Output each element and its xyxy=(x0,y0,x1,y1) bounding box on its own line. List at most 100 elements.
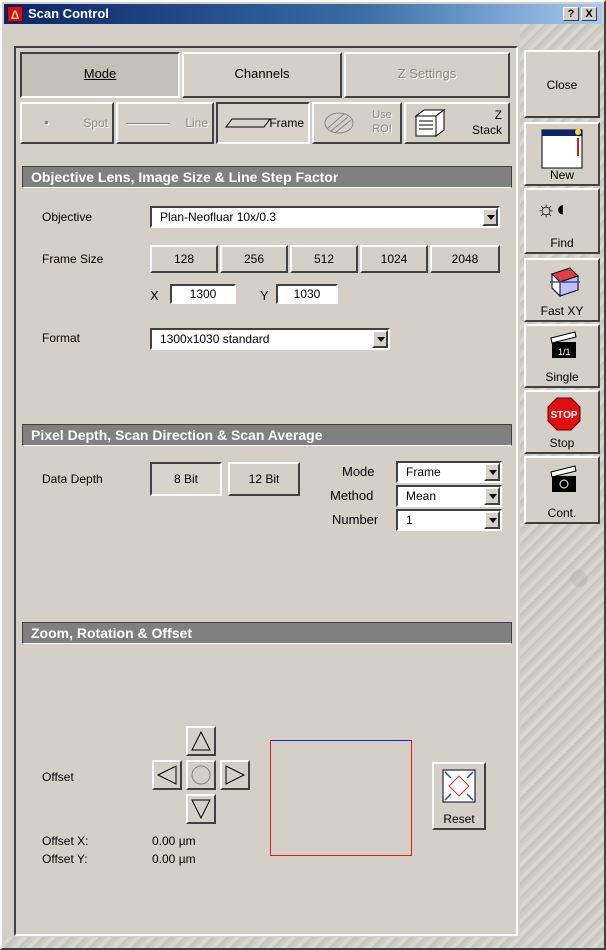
z-stack-label: Z Stack xyxy=(472,108,503,137)
offset-preview-area[interactable] xyxy=(270,740,412,856)
clapperboard-single-icon: 1/1 xyxy=(550,331,577,358)
number-label: Number xyxy=(332,512,379,527)
objective-label: Objective xyxy=(42,210,93,224)
scan-mode-value: Frame xyxy=(406,465,441,479)
frame-size-label: Frame Size xyxy=(42,252,104,266)
12-bit-button[interactable]: 12 Bit xyxy=(228,462,300,496)
pan-left-button[interactable] xyxy=(152,760,182,790)
pan-up-button[interactable] xyxy=(186,726,216,756)
z-stack-button[interactable]: Z Stack xyxy=(404,102,510,144)
reset-icon xyxy=(442,769,476,803)
fast-xy-cube-icon xyxy=(550,267,580,298)
spot-mode-label: Spot xyxy=(83,116,108,130)
find-button[interactable]: ☼◐ Find xyxy=(524,188,600,254)
stop-label: Stop xyxy=(549,436,575,450)
offset-y-value: 0.00 µm xyxy=(152,852,196,866)
objective-dropdown[interactable]: Plan-Neofluar 10x/0.3 xyxy=(150,206,500,228)
offset-x-value: 0.00 µm xyxy=(152,834,196,848)
objective-value: Plan-Neofluar 10x/0.3 xyxy=(160,210,277,224)
find-brightness-icon: ☼◐ xyxy=(536,196,570,221)
pan-right-button[interactable] xyxy=(220,760,250,790)
chevron-down-icon[interactable] xyxy=(484,487,500,505)
spot-icon: • xyxy=(44,114,49,130)
pan-down-button[interactable] xyxy=(186,794,216,824)
z-stack-icon xyxy=(414,109,446,137)
format-dropdown[interactable]: 1300x1030 standard xyxy=(150,328,390,350)
app-logo-icon: Δ xyxy=(7,6,23,22)
format-label: Format xyxy=(42,331,81,345)
x-size-input[interactable]: 1300 xyxy=(170,284,236,304)
new-window-icon xyxy=(541,129,583,169)
stop-sign-icon: STOP xyxy=(547,397,581,431)
frame-icon xyxy=(225,118,271,128)
offset-x-label: Offset X: xyxy=(42,834,89,848)
method-dropdown[interactable]: Mean xyxy=(396,485,502,507)
chevron-down-icon[interactable] xyxy=(372,330,388,348)
clapperboard-continuous-icon xyxy=(550,465,577,492)
single-button[interactable]: 1/1 Single xyxy=(524,324,600,388)
scan-mode-label: Mode xyxy=(342,464,375,479)
title-bar: Δ Scan Control ? X xyxy=(4,4,602,24)
objective-section-header: Objective Lens, Image Size & Line Step F… xyxy=(22,166,512,188)
arrow-down-icon xyxy=(191,799,211,820)
data-depth-label: Data Depth xyxy=(42,472,103,486)
zoom-section-header: Zoom, Rotation & Offset xyxy=(22,622,512,644)
method-label: Method xyxy=(330,488,374,503)
background-texture-bottom xyxy=(4,937,520,948)
arrow-right-icon xyxy=(225,765,246,785)
frame-mode-button[interactable]: Frame xyxy=(216,102,310,144)
help-title-button[interactable]: ? xyxy=(563,7,579,21)
fast-xy-button[interactable]: Fast XY xyxy=(524,258,600,322)
chevron-down-icon[interactable] xyxy=(484,463,500,481)
new-label: New xyxy=(549,168,574,182)
arrow-up-icon xyxy=(191,730,211,751)
frame-size-128-button[interactable]: 128 xyxy=(150,245,218,273)
close-button[interactable]: Close xyxy=(524,50,600,118)
arrow-left-icon xyxy=(156,765,177,785)
x-size-label: X xyxy=(150,288,159,303)
chevron-down-icon[interactable] xyxy=(484,511,500,529)
chevron-down-icon[interactable] xyxy=(482,208,498,226)
cont-button[interactable]: Cont. xyxy=(524,456,600,524)
y-size-label: Y xyxy=(260,288,269,303)
reset-button[interactable]: Reset xyxy=(432,762,486,830)
tab-channels[interactable]: Channels xyxy=(182,52,342,98)
use-roi-label: Use ROI xyxy=(372,109,392,135)
close-title-button[interactable]: X xyxy=(581,7,597,21)
tab-channels-label: Channels xyxy=(234,66,290,81)
spot-mode-button[interactable]: • Spot xyxy=(20,102,114,144)
frame-size-256-button[interactable]: 256 xyxy=(220,245,288,273)
format-value: 1300x1030 standard xyxy=(160,332,270,346)
frame-size-512-button[interactable]: 512 xyxy=(290,245,358,273)
cont-label: Cont. xyxy=(547,506,577,520)
y-size-input[interactable]: 1030 xyxy=(276,284,338,304)
tab-mode-label: Mode xyxy=(83,66,117,81)
offset-y-label: Offset Y: xyxy=(42,852,88,866)
center-circle-icon xyxy=(191,765,211,785)
svg-text:1/1: 1/1 xyxy=(558,347,571,357)
pan-center-button[interactable] xyxy=(186,760,216,790)
tab-z-settings[interactable]: Z Settings xyxy=(344,52,510,98)
number-value: 1 xyxy=(406,513,413,527)
pixel-depth-section-header: Pixel Depth, Scan Direction & Scan Avera… xyxy=(22,424,512,446)
roi-icon xyxy=(324,112,354,134)
tab-mode[interactable]: Mode xyxy=(20,52,180,98)
method-value: Mean xyxy=(406,489,437,503)
number-dropdown[interactable]: 1 xyxy=(396,509,502,531)
scan-mode-dropdown[interactable]: Frame xyxy=(396,461,502,483)
scan-control-window: Δ Scan Control ? X Mode Channels Z Setti… xyxy=(0,0,606,950)
frame-size-1024-button[interactable]: 1024 xyxy=(360,245,428,273)
find-label: Find xyxy=(550,236,574,250)
line-icon xyxy=(126,123,170,124)
line-mode-label: Line xyxy=(185,116,208,130)
stop-button[interactable]: STOP Stop xyxy=(524,390,600,454)
8-bit-button[interactable]: 8 Bit xyxy=(150,462,222,496)
close-label: Close xyxy=(546,78,578,92)
fast-xy-label: Fast XY xyxy=(540,304,584,318)
use-roi-button[interactable]: Use ROI xyxy=(312,102,402,144)
line-mode-button[interactable]: Line xyxy=(116,102,214,144)
frame-size-2048-button[interactable]: 2048 xyxy=(430,245,500,273)
main-panel: Mode Channels Z Settings • Spot Line Fra… xyxy=(14,46,518,936)
tab-z-settings-label: Z Settings xyxy=(397,66,457,81)
new-button[interactable]: New xyxy=(524,122,600,186)
